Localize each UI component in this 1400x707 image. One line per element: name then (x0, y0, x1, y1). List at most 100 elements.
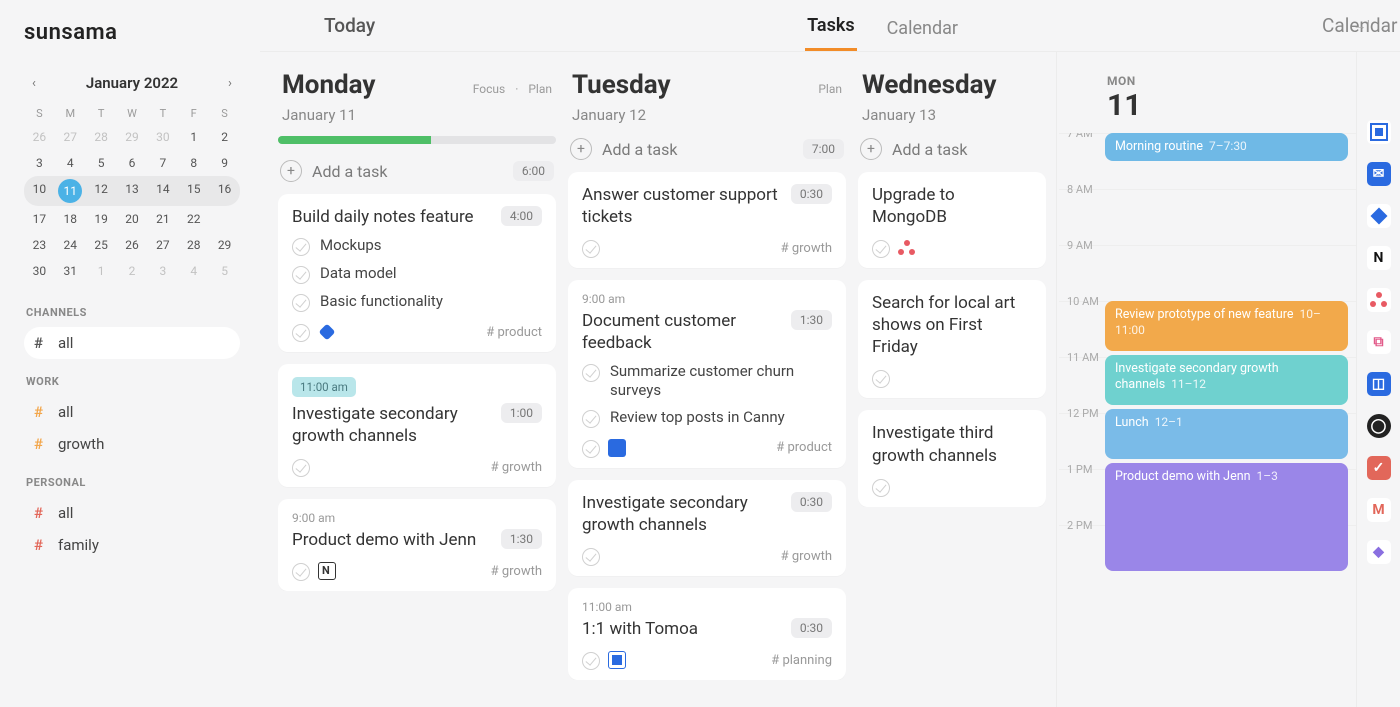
checkbox-icon[interactable] (292, 294, 310, 312)
subtask[interactable]: Basic functionality (292, 292, 542, 312)
mini-calendar-day[interactable]: 1 (86, 258, 117, 284)
task-card[interactable]: Investigate secondary growth channels0:3… (568, 480, 846, 576)
mini-calendar-day[interactable]: 5 (86, 150, 117, 176)
add-task-button[interactable]: +Add a task (860, 138, 967, 160)
task-checkbox-icon[interactable] (872, 240, 890, 258)
mini-calendar-day[interactable]: 9 (209, 150, 240, 176)
task-tag[interactable]: # growth (491, 564, 542, 579)
mini-calendar-day[interactable]: 26 (117, 232, 148, 258)
mini-calendar-day[interactable]: 8 (178, 150, 209, 176)
calendar-event[interactable]: Morning routine7–7:30 (1105, 133, 1348, 161)
mini-calendar-day[interactable]: 26 (24, 124, 55, 150)
task-tag[interactable]: # growth (491, 460, 542, 475)
outlook-icon[interactable]: ✉ (1367, 162, 1391, 186)
today-label[interactable]: Today (324, 14, 375, 37)
mini-calendar-day[interactable]: 29 (117, 124, 148, 150)
mini-calendar-day[interactable]: 11 (58, 179, 82, 203)
notion-icon[interactable]: N (1367, 246, 1391, 270)
mini-calendar-day[interactable]: 15 (178, 176, 209, 206)
mini-calendar-day[interactable]: 3 (147, 258, 178, 284)
checkbox-icon[interactable] (292, 238, 310, 256)
mini-calendar-day[interactable]: 31 (55, 258, 86, 284)
channel-item-all[interactable]: #all (24, 497, 240, 529)
mini-calendar-day[interactable]: 27 (55, 124, 86, 150)
task-checkbox-icon[interactable] (582, 440, 600, 458)
task-checkbox-icon[interactable] (292, 563, 310, 581)
task-card[interactable]: Answer customer support tickets0:30# gro… (568, 172, 846, 268)
next-month-button[interactable]: › (220, 73, 240, 93)
mini-calendar-day[interactable]: 7 (147, 150, 178, 176)
task-tag[interactable]: # growth (781, 549, 832, 564)
mini-calendar-day[interactable]: 24 (55, 232, 86, 258)
task-tag[interactable]: # growth (781, 241, 832, 256)
asana-icon[interactable] (1367, 288, 1391, 312)
task-card[interactable]: 9:00 amDocument customer feedback1:30Sum… (568, 280, 846, 468)
subtask[interactable]: Data model (292, 264, 542, 284)
day-action-plan[interactable]: Plan (528, 82, 552, 96)
task-tag[interactable]: # product (776, 440, 832, 455)
mini-calendar-day[interactable]: 28 (178, 232, 209, 258)
channel-item-all[interactable]: #all (24, 327, 240, 359)
todoist-icon[interactable]: ✓ (1367, 456, 1391, 480)
channel-item-all[interactable]: #all (24, 396, 240, 428)
task-card[interactable]: Investigate third growth channels (858, 410, 1046, 506)
jira-icon[interactable] (1367, 204, 1391, 228)
mini-calendar-day[interactable]: 10 (24, 176, 55, 206)
subtask[interactable]: Summarize customer churn surveys (582, 362, 832, 400)
github-icon[interactable]: ◯ (1367, 414, 1391, 438)
trello-icon[interactable]: ◫ (1367, 372, 1391, 396)
tab-tasks[interactable]: Tasks (805, 15, 857, 51)
mini-calendar-day[interactable]: 28 (86, 124, 117, 150)
checkbox-icon[interactable] (292, 266, 310, 284)
mini-calendar-day[interactable]: 23 (24, 232, 55, 258)
task-card[interactable]: 9:00 amProduct demo with Jenn1:30# growt… (278, 499, 556, 591)
task-checkbox-icon[interactable] (292, 324, 310, 342)
mini-calendar-day[interactable]: 29 (209, 232, 240, 258)
mini-calendar-day[interactable]: 30 (147, 124, 178, 150)
task-checkbox-icon[interactable] (582, 652, 600, 670)
slack-icon[interactable]: ⧉ (1367, 330, 1391, 354)
mini-calendar-day[interactable]: 17 (24, 206, 55, 232)
collapse-panel-icon[interactable]: →| (1353, 17, 1370, 34)
checkbox-icon[interactable] (582, 364, 600, 382)
task-checkbox-icon[interactable] (872, 479, 890, 497)
mini-calendar-day[interactable]: 1 (178, 124, 209, 150)
task-card[interactable]: 11:00 am1:1 with Tomoa0:30# planning (568, 588, 846, 680)
mini-calendar-day[interactable]: 4 (55, 150, 86, 176)
task-card[interactable]: Upgrade to MongoDB (858, 172, 1046, 268)
add-task-button[interactable]: +Add a task (280, 160, 387, 182)
mini-calendar-day[interactable]: 22 (178, 206, 209, 232)
calendar-event[interactable]: Lunch12–1 (1105, 409, 1348, 459)
mini-calendar-day[interactable]: 5 (209, 258, 240, 284)
mini-calendar-day[interactable]: 14 (147, 176, 178, 206)
prev-month-button[interactable]: ‹ (24, 73, 44, 93)
clickup-icon[interactable]: ◆ (1367, 540, 1391, 564)
mini-calendar-day[interactable]: 13 (117, 176, 148, 206)
channel-item-family[interactable]: #family (24, 529, 240, 561)
mini-calendar-day[interactable]: 6 (117, 150, 148, 176)
calendar-event[interactable]: Investigate secondary growth channels11–… (1105, 355, 1348, 405)
task-checkbox-icon[interactable] (582, 548, 600, 566)
task-checkbox-icon[interactable] (582, 240, 600, 258)
mini-calendar-day[interactable]: 30 (24, 258, 55, 284)
mini-calendar-day[interactable]: 18 (55, 206, 86, 232)
mini-calendar-day[interactable]: 16 (209, 176, 240, 206)
task-card[interactable]: Build daily notes feature4:00MockupsData… (278, 194, 556, 352)
task-tag[interactable]: # planning (771, 653, 832, 668)
mini-calendar-day[interactable]: 20 (117, 206, 148, 232)
mini-calendar-day[interactable]: 3 (24, 150, 55, 176)
task-tag[interactable]: # product (486, 325, 542, 340)
tab-calendar[interactable]: Calendar (885, 18, 960, 51)
task-card[interactable]: Search for local art shows on First Frid… (858, 280, 1046, 398)
mini-calendar-day[interactable]: 4 (178, 258, 209, 284)
day-action-plan[interactable]: Plan (818, 82, 842, 96)
mini-calendar-day[interactable]: 25 (86, 232, 117, 258)
subtask[interactable]: Mockups (292, 236, 542, 256)
channel-item-growth[interactable]: #growth (24, 428, 240, 460)
mini-calendar-day[interactable]: 12 (86, 176, 117, 206)
mini-calendar-day[interactable]: 2 (209, 124, 240, 150)
mini-calendar-day[interactable]: 2 (117, 258, 148, 284)
gcal-icon[interactable] (1367, 120, 1391, 144)
task-checkbox-icon[interactable] (292, 459, 310, 477)
mini-calendar-day[interactable]: 21 (147, 206, 178, 232)
